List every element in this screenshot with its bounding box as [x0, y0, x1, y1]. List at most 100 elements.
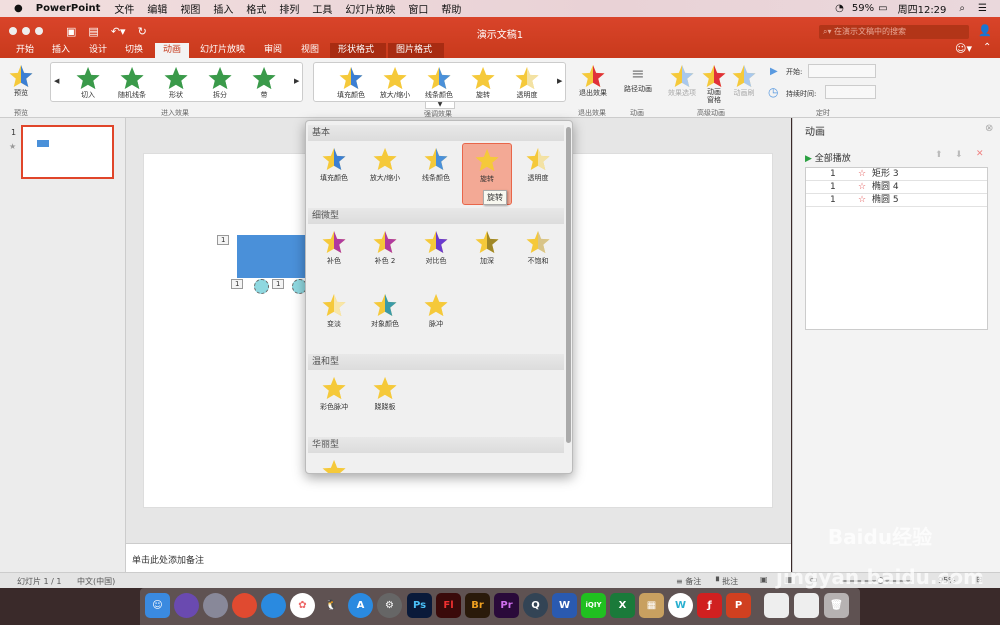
comments-toggle[interactable]: ▘批注 [716, 576, 738, 587]
search-input[interactable]: ⌕▾ 在演示文稿中的搜索 [819, 25, 969, 39]
menu-file[interactable]: 文件 [114, 1, 134, 16]
menu-format[interactable]: 格式 [246, 1, 266, 16]
tab-picture-format[interactable]: 图片格式 [388, 43, 444, 58]
search-icon[interactable]: ⌕ [959, 3, 965, 14]
entrance-effect-4[interactable]: 带 [244, 66, 284, 100]
effect-item[interactable]: 线条颜色 [411, 143, 461, 205]
tab-shape-format[interactable]: 形状格式 [330, 43, 386, 58]
photoshop-icon[interactable]: Ps [407, 593, 432, 618]
powerpoint-icon[interactable]: P [726, 593, 751, 618]
flash-player-icon[interactable]: ƒ [697, 593, 722, 618]
list-item[interactable]: 1 ☆ 矩形 3 [806, 168, 987, 181]
qq-icon[interactable]: 🐧 [319, 593, 344, 618]
entrance-effect-1[interactable]: 随机线条 [112, 66, 152, 100]
start-select[interactable] [808, 64, 876, 78]
preview-window-thumb[interactable] [794, 593, 819, 618]
share-icon[interactable]: 👤 [978, 24, 992, 37]
effect-item[interactable]: 加深 [462, 226, 512, 288]
effect-item[interactable]: 放大/缩小 [360, 143, 410, 205]
animation-painter-button[interactable]: 动画刷 [730, 64, 758, 98]
move-down-icon[interactable]: ⬇ [955, 150, 963, 160]
effect-item[interactable]: 补色 2 [360, 226, 410, 288]
clock[interactable]: 周四12:29 [898, 1, 947, 16]
exit-effect-button[interactable]: 退出效果 [575, 64, 611, 98]
menu-edit[interactable]: 编辑 [147, 1, 167, 16]
effect-item[interactable]: 变淡 [309, 289, 359, 351]
gallery-expand-button[interactable]: ▼ [425, 101, 455, 109]
menu-arrange[interactable]: 排列 [279, 1, 299, 16]
battery-percent[interactable]: 59% [852, 3, 874, 14]
menu-tools[interactable]: 工具 [312, 1, 332, 16]
effect-item[interactable]: 跷跷板 [360, 372, 410, 434]
animation-order-tag[interactable]: 1 [217, 235, 230, 245]
siri-icon[interactable] [174, 593, 199, 618]
collapse-ribbon-icon[interactable]: ⌃ [983, 42, 991, 53]
gallery-next-arrow[interactable]: ▶ [294, 77, 299, 85]
menu-window[interactable]: 窗口 [408, 1, 428, 16]
effect-options-button[interactable]: 效果选项 [664, 64, 700, 98]
animation-pane-button[interactable]: 动画 窗格 [700, 64, 728, 104]
effect-item[interactable]: 彩色脉冲 [309, 372, 359, 434]
flash-icon[interactable]: Fl [436, 593, 461, 618]
tab-transitions[interactable]: 切换 [117, 43, 151, 58]
excel-icon[interactable]: X [610, 593, 635, 618]
entrance-effect-0[interactable]: 切入 [68, 66, 108, 100]
emphasis-effect-2[interactable]: 线条颜色 [418, 66, 460, 100]
bridge-icon[interactable]: Br [465, 593, 490, 618]
language[interactable]: 中文(中国) [77, 576, 115, 587]
iqiyi-icon[interactable]: iQIY [581, 593, 606, 618]
notes-toggle[interactable]: ≡ 备注 [676, 576, 701, 587]
tab-slideshow[interactable]: 幻灯片放映 [192, 43, 253, 58]
slide-thumbnail-1[interactable] [21, 125, 114, 179]
tab-insert[interactable]: 插入 [44, 43, 78, 58]
effect-item[interactable]: 不饱和 [513, 226, 563, 288]
chrome-icon[interactable] [232, 593, 257, 618]
path-animation-button[interactable]: ≡ 路径动画 [620, 64, 656, 94]
entrance-effect-3[interactable]: 拆分 [200, 66, 240, 100]
menu-help[interactable]: 帮助 [441, 1, 461, 16]
effect-item[interactable]: 对比色 [411, 226, 461, 288]
animation-order-tag[interactable]: 1 [272, 279, 285, 289]
word-icon[interactable]: W [552, 593, 577, 618]
close-pane-icon[interactable]: ⊗ [985, 123, 993, 134]
list-item[interactable]: 1 ☆ 椭圆 4 [806, 181, 987, 194]
popup-scrollbar[interactable] [566, 127, 571, 443]
emphasis-effect-0[interactable]: 填充颜色 [330, 66, 372, 100]
menu-slideshow[interactable]: 幻灯片放映 [345, 1, 395, 16]
effect-item[interactable]: 透明度 [513, 143, 563, 205]
play-all-button[interactable]: ▶ 全部播放 [805, 151, 851, 164]
menu-view[interactable]: 视图 [180, 1, 200, 16]
menu-insert[interactable]: 插入 [213, 1, 233, 16]
app-menu[interactable]: PowerPoint [36, 3, 101, 14]
emphasis-effect-4[interactable]: 透明度 [506, 66, 548, 100]
effect-item[interactable]: 补色 [309, 226, 359, 288]
delete-icon[interactable]: ✕ [976, 149, 984, 159]
app-store-icon[interactable]: A [348, 593, 373, 618]
excel-window-thumb[interactable] [764, 593, 789, 618]
effect-item[interactable]: 填充颜色 [309, 143, 359, 205]
gallery-prev-arrow[interactable]: ◀ [54, 77, 59, 85]
move-up-icon[interactable]: ⬆ [935, 150, 943, 160]
premiere-icon[interactable]: Pr [494, 593, 519, 618]
tab-view[interactable]: 视图 [293, 43, 327, 58]
effect-item[interactable] [309, 455, 359, 473]
tab-design[interactable]: 设计 [81, 43, 115, 58]
notes-input[interactable]: 单击此处添加备注 [126, 543, 791, 572]
feedback-smiley-icon[interactable]: ☺▾ [955, 42, 972, 55]
effect-item[interactable]: 对象颜色 [360, 289, 410, 351]
entrance-effect-2[interactable]: 形状 [156, 66, 196, 100]
preview-button[interactable]: 预览 [6, 64, 36, 98]
archive-utility-icon[interactable]: ▦ [639, 593, 664, 618]
tab-home[interactable]: 开始 [8, 43, 42, 58]
gallery-next-arrow[interactable]: ▶ [557, 77, 562, 85]
quicktime-icon[interactable]: Q [523, 593, 548, 618]
duration-stepper[interactable] [825, 85, 876, 99]
finder-icon[interactable]: ☺ [145, 593, 170, 618]
tab-review[interactable]: 审阅 [256, 43, 290, 58]
rectangle-shape[interactable] [237, 235, 307, 278]
launchpad-icon[interactable] [203, 593, 228, 618]
list-item[interactable]: 1 ☆ 椭圆 5 [806, 194, 987, 207]
apple-icon[interactable]: ● [14, 3, 23, 14]
ellipse-shape[interactable] [254, 279, 269, 294]
notification-icon[interactable]: ☰ [978, 3, 987, 14]
